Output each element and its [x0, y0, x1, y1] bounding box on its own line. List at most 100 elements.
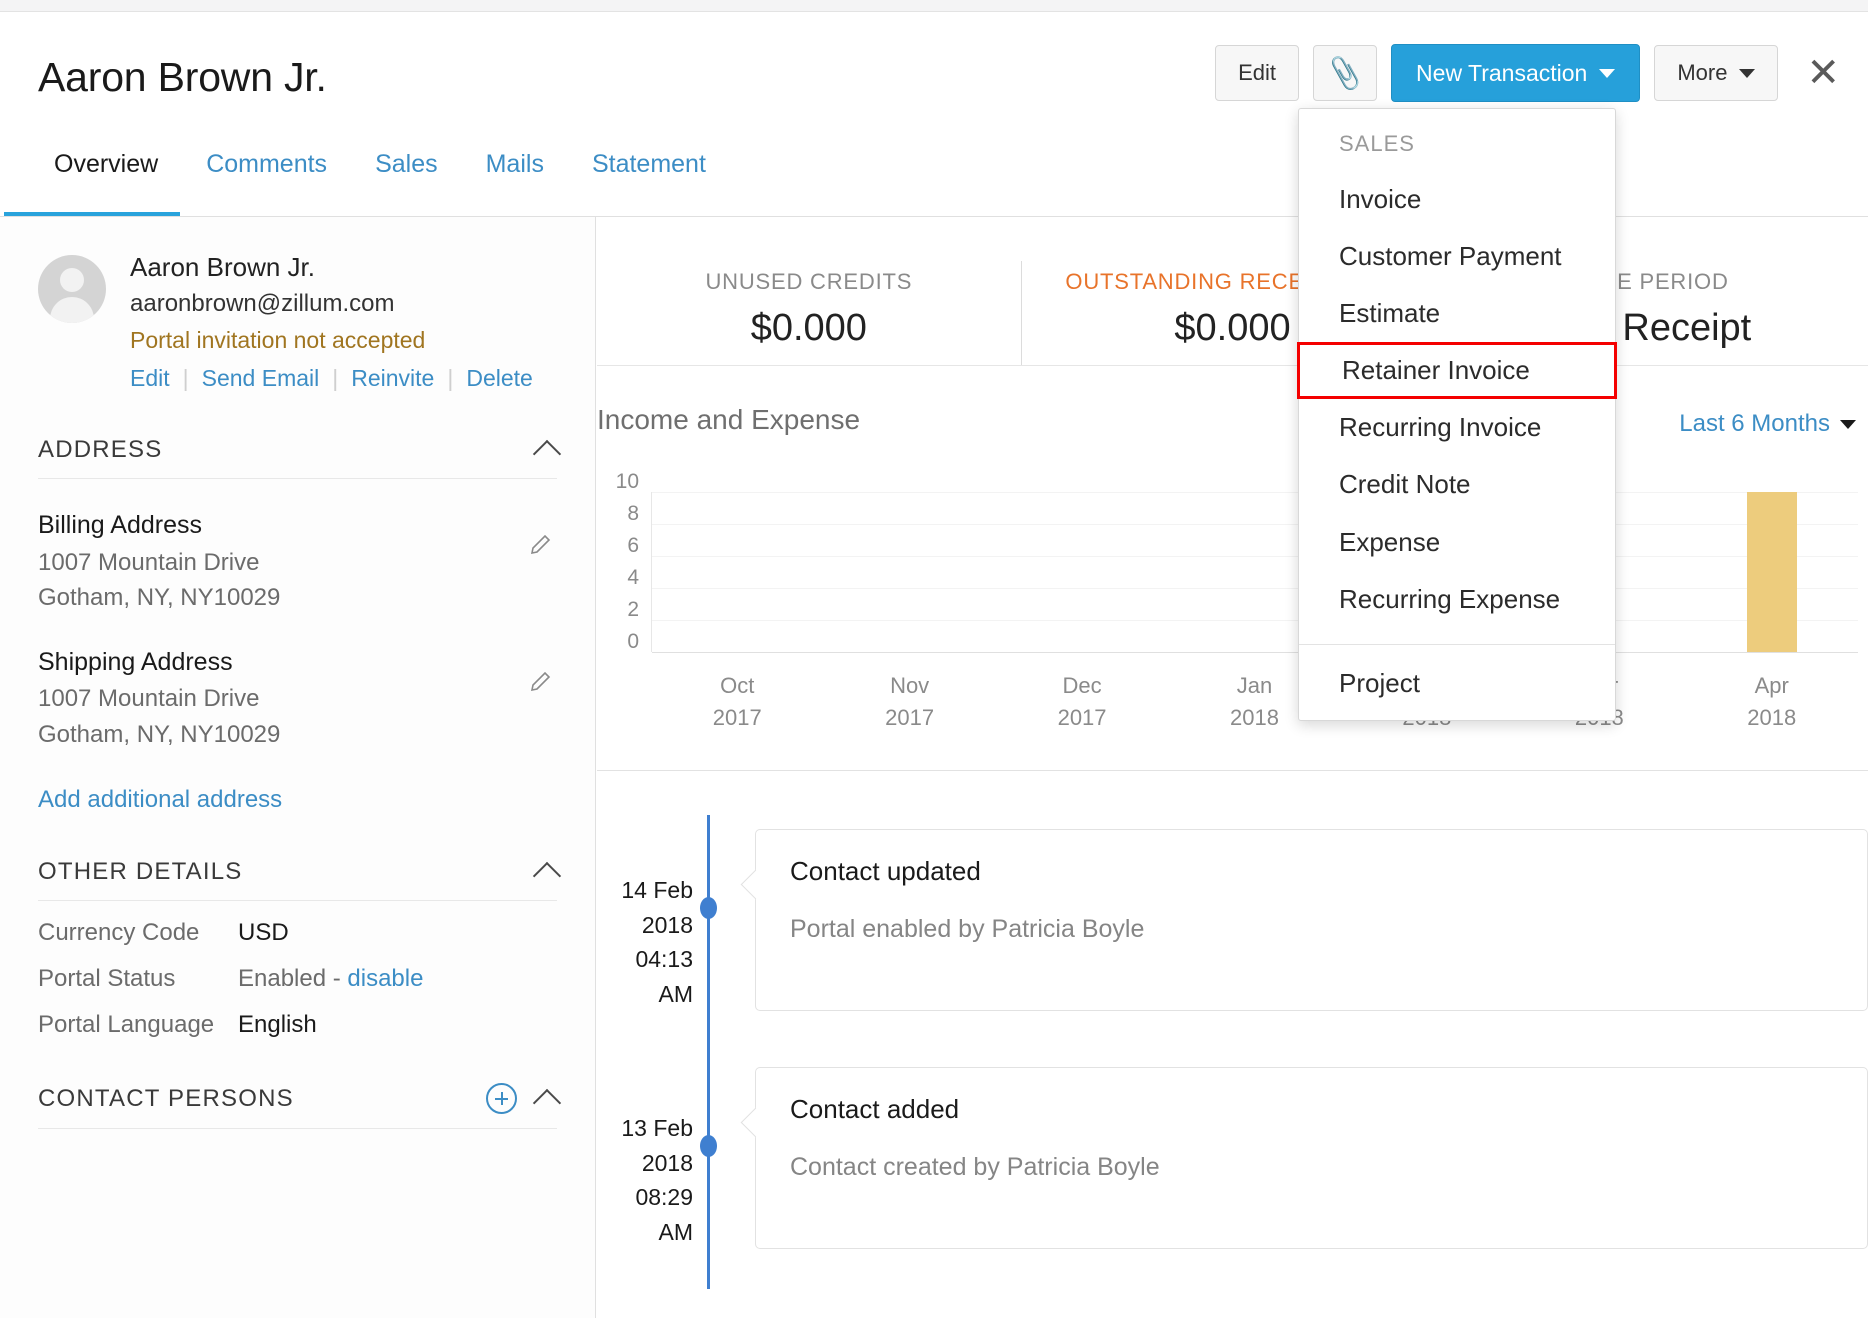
chart-title: Income and Expense: [597, 404, 860, 436]
tab-mails[interactable]: Mails: [462, 150, 568, 179]
timeline-timestamp: 13 Feb 2018 08:29 AM: [597, 1067, 693, 1249]
new-transaction-button[interactable]: New Transaction: [1391, 44, 1640, 102]
menu-item-retainer-invoice[interactable]: Retainer Invoice: [1297, 342, 1617, 399]
menu-item-project[interactable]: Project: [1299, 655, 1615, 712]
more-label: More: [1677, 60, 1727, 86]
menu-item-expense[interactable]: Expense: [1299, 514, 1615, 571]
timeline-card: Contact updated Portal enabled by Patric…: [755, 829, 1868, 1011]
new-transaction-dropdown: SALES Invoice Customer Payment Estimate …: [1298, 108, 1616, 721]
chart-range-selector[interactable]: Last 6 Months: [1679, 410, 1856, 438]
chart-gridline: [652, 620, 1858, 621]
menu-item-estimate[interactable]: Estimate: [1299, 285, 1615, 342]
chevron-up-icon[interactable]: [533, 440, 561, 468]
shipping-address-block: Shipping Address 1007 Mountain Drive Got…: [38, 616, 557, 753]
menu-item-credit-note[interactable]: Credit Note: [1299, 456, 1615, 513]
menu-item-customer-payment[interactable]: Customer Payment: [1299, 228, 1615, 285]
contact-send-email-link[interactable]: Send Email: [202, 365, 320, 392]
contact-persons-section-header[interactable]: CONTACT PERSONS: [38, 1039, 557, 1128]
billing-address-line1: 1007 Mountain Drive: [38, 545, 557, 581]
edit-button[interactable]: Edit: [1215, 45, 1299, 101]
detail-row: Currency Code USD: [38, 901, 557, 947]
dropdown-section-label: SALES: [1299, 125, 1615, 171]
billing-address-block: Billing Address 1007 Mountain Drive Goth…: [38, 479, 557, 616]
shipping-address-line1: 1007 Mountain Drive: [38, 681, 557, 717]
chart-x-tick: Apr2018: [1686, 670, 1858, 734]
stats-row: UNUSED CREDITS $0.000 OUTSTANDING RECEIV…: [597, 217, 1868, 365]
timeline-timestamp: 14 Feb 2018 04:13 AM: [597, 829, 693, 1011]
tab-sales[interactable]: Sales: [351, 150, 462, 179]
other-details-section-header[interactable]: OTHER DETAILS: [38, 814, 557, 900]
contact-persons-section-title: CONTACT PERSONS: [38, 1085, 294, 1113]
portal-language-value: English: [238, 1011, 317, 1039]
chart-x-tick-month: Dec: [996, 670, 1168, 702]
close-icon[interactable]: ✕: [1806, 53, 1840, 93]
tab-overview[interactable]: Overview: [30, 150, 182, 179]
portal-status-label: Portal Status: [38, 965, 238, 993]
portal-disable-link[interactable]: disable: [347, 965, 423, 992]
timeline-card-detail: Portal enabled by Patricia Boyle: [790, 915, 1833, 944]
stat-label: UNUSED CREDITS: [597, 269, 1021, 295]
avatar: [38, 255, 106, 323]
stat-unused-credits: UNUSED CREDITS $0.000: [597, 253, 1021, 365]
edit-billing-address-pencil-icon[interactable]: [529, 533, 553, 557]
chart-gridline: [652, 652, 1858, 653]
contact-edit-link[interactable]: Edit: [130, 365, 170, 392]
menu-item-invoice[interactable]: Invoice: [1299, 171, 1615, 228]
overview-panel: UNUSED CREDITS $0.000 OUTSTANDING RECEIV…: [597, 217, 1868, 1318]
chart-y-tick-label: 8: [627, 502, 639, 526]
add-contact-person-plus-icon[interactable]: [486, 1083, 517, 1114]
tab-comments[interactable]: Comments: [182, 150, 351, 179]
chart-x-tick-month: Apr: [1686, 670, 1858, 702]
tab-statement[interactable]: Statement: [568, 150, 730, 179]
timeline-dot-icon: [700, 897, 717, 919]
timeline-dot-icon: [700, 1135, 717, 1157]
shipping-address-line2: Gotham, NY, NY10029: [38, 717, 557, 753]
chart-x-tick: Oct2017: [651, 670, 823, 734]
dropdown-divider: [1299, 644, 1615, 645]
contact-name: Aaron Brown Jr.: [130, 249, 533, 287]
page-title: Aaron Brown Jr.: [38, 54, 327, 101]
add-additional-address-link[interactable]: Add additional address: [38, 786, 282, 814]
link-separator: |: [332, 365, 338, 392]
contact-reinvite-link[interactable]: Reinvite: [351, 365, 434, 392]
billing-address-line2: Gotham, NY, NY10029: [38, 580, 557, 616]
contact-sidebar: Aaron Brown Jr. aaronbrown@zillum.com Po…: [0, 217, 596, 1318]
chevron-down-icon: [1739, 69, 1755, 78]
chart-y-tick-label: 6: [627, 534, 639, 558]
chart-range-label: Last 6 Months: [1679, 410, 1830, 438]
chart-x-tick: Nov2017: [823, 670, 995, 734]
currency-code-label: Currency Code: [38, 919, 238, 947]
activity-timeline: 14 Feb 2018 04:13 AM Contact updated Por…: [597, 771, 1868, 1249]
chevron-up-icon[interactable]: [533, 862, 561, 890]
chart-gridline: [652, 588, 1858, 589]
address-section-title: ADDRESS: [38, 436, 162, 464]
more-button[interactable]: More: [1654, 45, 1778, 101]
timeline-card-title: Contact added: [790, 1094, 1833, 1125]
menu-item-recurring-expense[interactable]: Recurring Expense: [1299, 571, 1615, 628]
chart-bar[interactable]: [1747, 492, 1798, 652]
other-details-section-title: OTHER DETAILS: [38, 858, 243, 886]
timeline-time: 08:29 AM: [597, 1180, 693, 1249]
timeline-card-title: Contact updated: [790, 856, 1833, 887]
chart-y-tick-label: 10: [616, 470, 639, 494]
chart-x-tick-month: Nov: [823, 670, 995, 702]
header-actions: Edit 📎 New Transaction More ✕: [1215, 44, 1840, 102]
income-expense-chart: Income and Expense Last 6 Months 0246810…: [597, 366, 1868, 771]
section-divider: [38, 1128, 557, 1129]
menu-item-recurring-invoice[interactable]: Recurring Invoice: [1299, 399, 1615, 456]
chart-grid: [651, 492, 1858, 652]
attach-button[interactable]: 📎: [1313, 45, 1377, 101]
contact-delete-link[interactable]: Delete: [466, 365, 532, 392]
chevron-up-icon[interactable]: [533, 1089, 561, 1117]
detail-row: Portal Status Enabled - disable: [38, 947, 557, 993]
address-section-header[interactable]: ADDRESS: [38, 392, 557, 478]
detail-row: Portal Language English: [38, 993, 557, 1039]
chart-gridline: [652, 524, 1858, 525]
timeline-date: 13 Feb 2018: [597, 1111, 693, 1180]
shipping-address-label: Shipping Address: [38, 644, 557, 682]
edit-shipping-address-pencil-icon[interactable]: [529, 670, 553, 694]
chart-x-tick-year: 2017: [651, 702, 823, 734]
stat-value: $0.000: [597, 307, 1021, 350]
chart-gridline: [652, 492, 1858, 493]
chart-x-tick-month: Oct: [651, 670, 823, 702]
